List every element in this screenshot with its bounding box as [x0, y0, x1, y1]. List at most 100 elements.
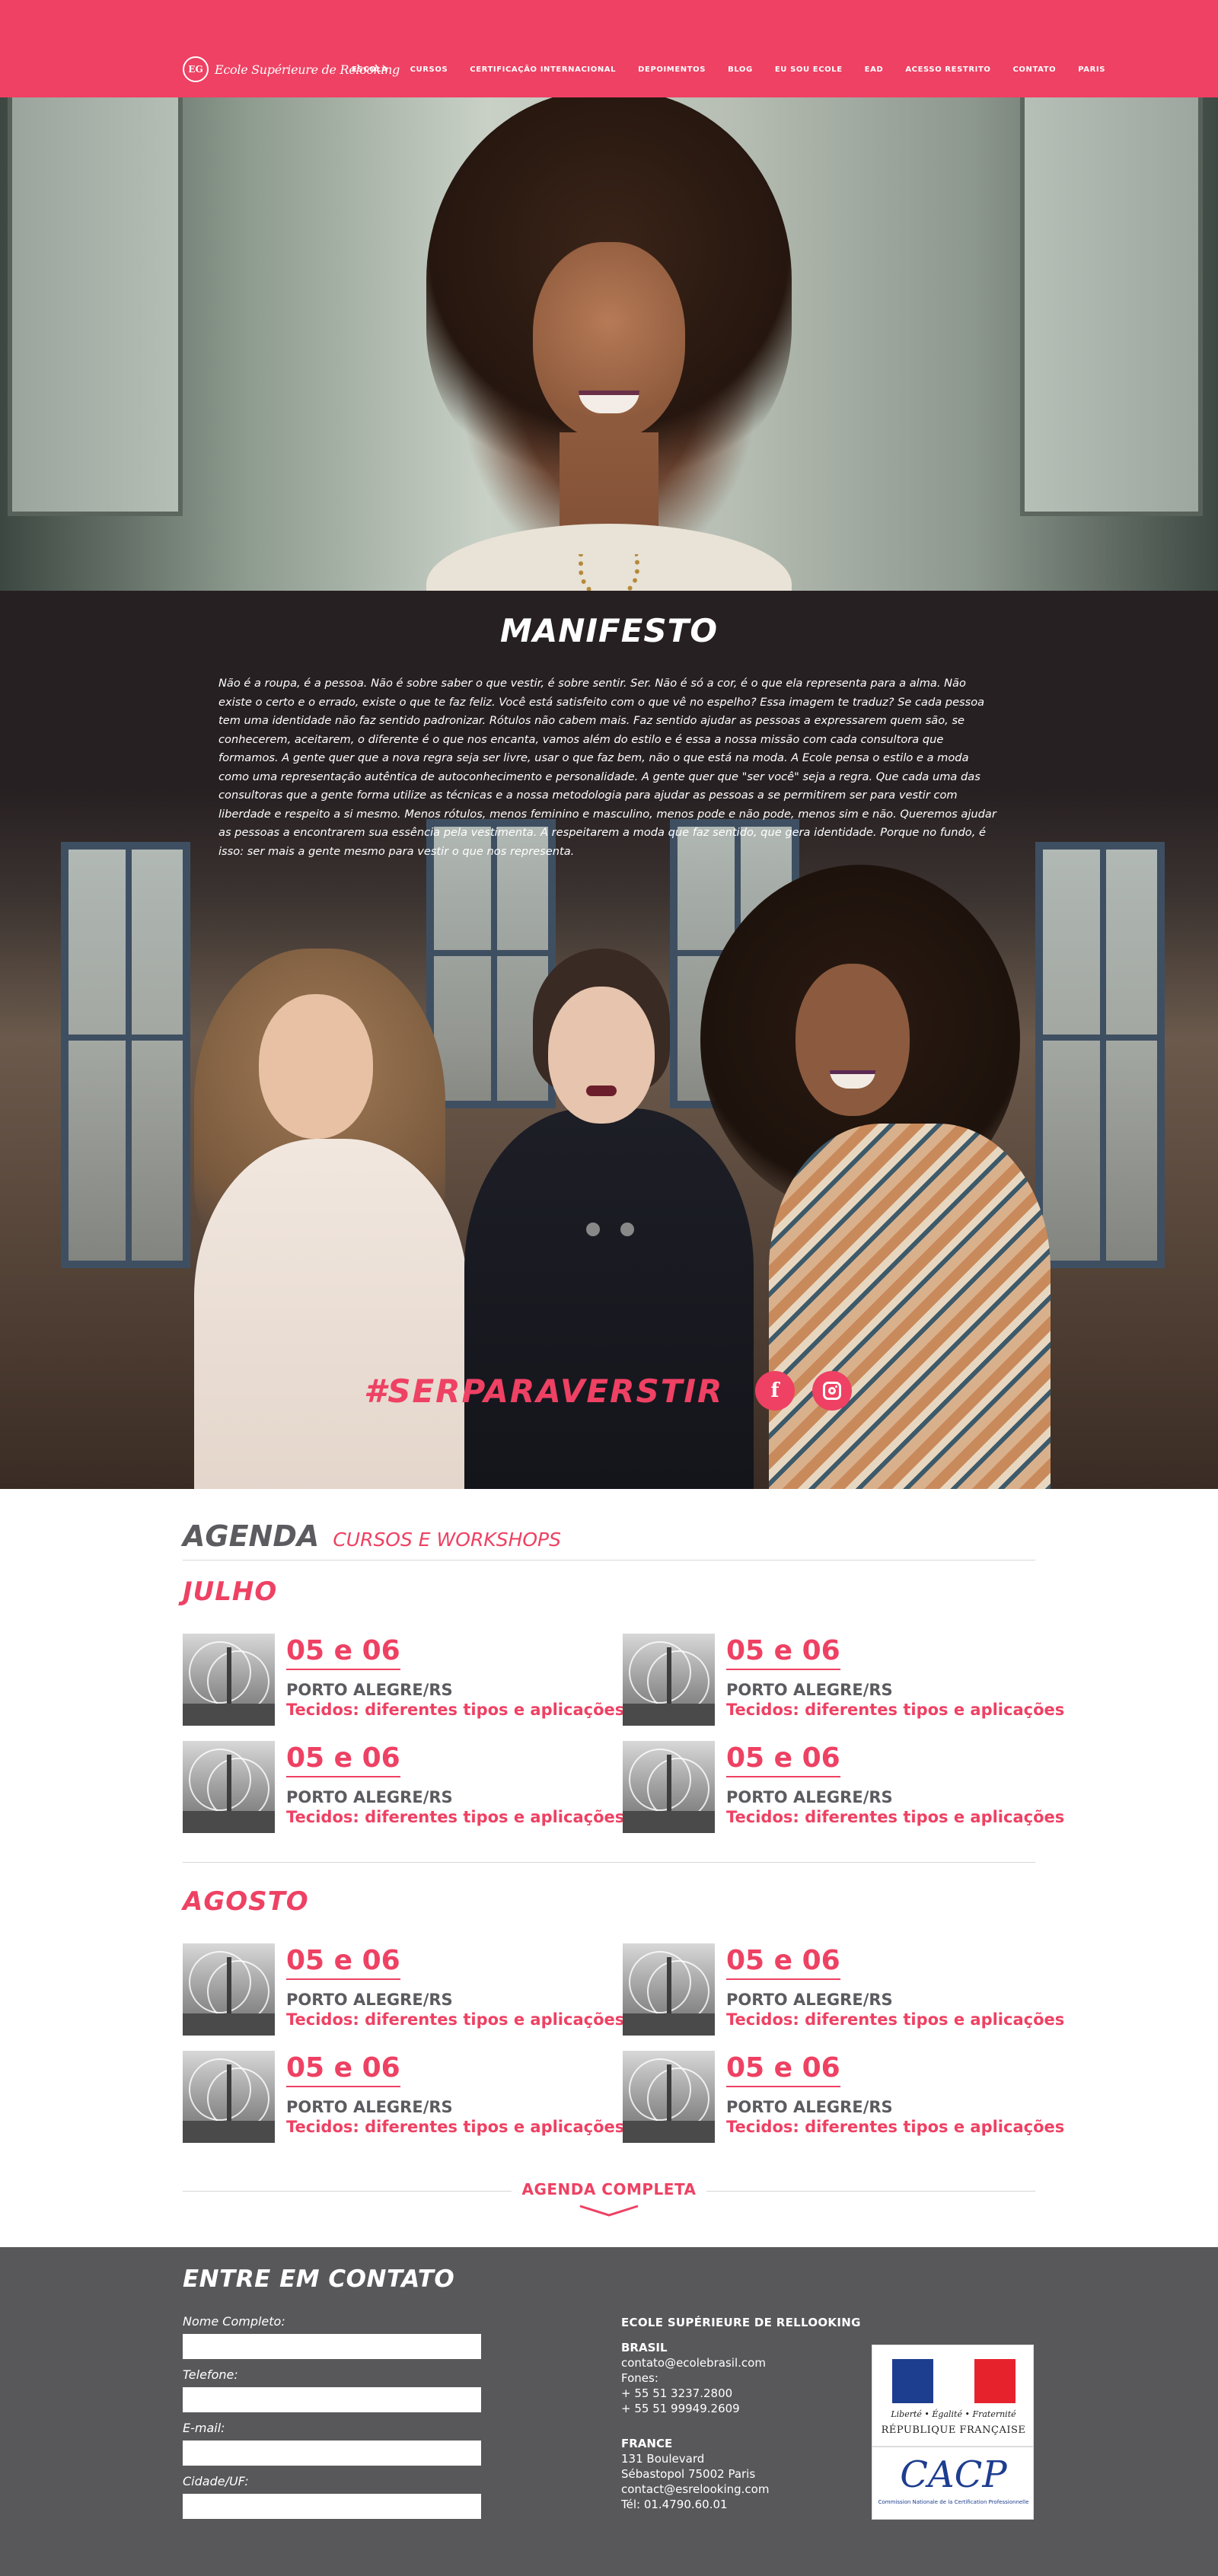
event-topic: Tecidos: diferentes tipos e aplicações	[726, 2010, 1065, 2029]
school-name: ECOLE SUPÉRIEURE DE RELLOOKING	[621, 2316, 861, 2329]
manifesto-section: MANIFESTO Não é a roupa, é a pessoa. Não…	[0, 591, 1218, 1489]
event-card[interactable]: 05 e 06 PORTO ALEGRE/RS Tecidos: diferen…	[183, 1943, 624, 2038]
nav-item-cursos[interactable]: CURSOS	[410, 65, 448, 74]
france-email[interactable]: contact@esrelooking.com	[621, 2482, 769, 2497]
model-left-body	[194, 1139, 468, 1489]
coat-button	[586, 1223, 600, 1236]
model-right-body	[769, 1124, 1051, 1489]
nav-item-paris[interactable]: PARIS	[1078, 65, 1105, 74]
nav-item-escola[interactable]: ESCOLA	[352, 65, 388, 74]
background-window	[1035, 842, 1165, 1268]
nav-item-certificacao[interactable]: CERTIFICAÇÃO INTERNACIONAL	[470, 65, 616, 74]
contact-brasil: BRASIL contato@ecolebrasil.com Fones: + …	[621, 2340, 766, 2416]
hero-photo	[0, 97, 1218, 591]
facebook-icon[interactable]: f	[755, 1371, 795, 1411]
instagram-icon[interactable]	[812, 1371, 852, 1411]
event-city: PORTO ALEGRE/RS	[726, 1681, 893, 1699]
telefone-field[interactable]	[183, 2387, 481, 2412]
hero-window	[1020, 97, 1203, 516]
nav-item-acesso-restrito[interactable]: ACESSO RESTRITO	[905, 65, 990, 74]
event-date: 05 e 06	[286, 1945, 400, 1980]
event-topic: Tecidos: diferentes tipos e aplicações	[286, 2010, 625, 2029]
event-city: PORTO ALEGRE/RS	[726, 1788, 893, 1806]
cacp-logo: CACP	[900, 2453, 1007, 2496]
france-address-1: 131 Boulevard	[621, 2452, 705, 2466]
event-topic: Tecidos: diferentes tipos e aplicações	[726, 1808, 1065, 1826]
brasil-email[interactable]: contato@ecolebrasil.com	[621, 2355, 766, 2370]
nav-item-ead[interactable]: EAD	[865, 65, 884, 74]
cidade-field[interactable]	[183, 2494, 481, 2519]
brasil-heading: BRASIL	[621, 2341, 668, 2354]
nav-item-depoimentos[interactable]: DEPOIMENTOS	[638, 65, 706, 74]
event-topic: Tecidos: diferentes tipos e aplicações	[286, 1808, 625, 1826]
nome-field[interactable]	[183, 2334, 481, 2359]
brasil-phones-label: Fones:	[621, 2371, 658, 2385]
republique-francaise-badge: Liberté • Égalité • Fraternité RÉPUBLIQU…	[872, 2345, 1034, 2447]
event-date: 05 e 06	[286, 1742, 400, 1777]
agenda-completa-link[interactable]: AGENDA COMPLETA	[0, 2180, 1218, 2198]
nav-item-contato[interactable]: CONTATO	[1012, 65, 1056, 74]
contact-france: FRANCE 131 Boulevard Sébastopol 75002 Pa…	[621, 2436, 769, 2512]
field-label-telefone: Telefone:	[183, 2367, 238, 2382]
model-left-face	[259, 994, 373, 1139]
rf-name: RÉPUBLIQUE FRANÇAISE	[881, 2425, 1026, 2436]
hero-model-necklace	[579, 554, 639, 591]
main-nav: ESCOLA CURSOS CERTIFICAÇÃO INTERNACIONAL…	[352, 65, 1127, 74]
event-card[interactable]: 05 e 06 PORTO ALEGRE/RS Tecidos: diferen…	[623, 1741, 1064, 1835]
event-thumbnail	[623, 2051, 715, 2143]
manifesto-text: Não é a roupa, é a pessoa. Não é sobre s…	[218, 677, 996, 858]
event-card[interactable]: 05 e 06 PORTO ALEGRE/RS Tecidos: diferen…	[623, 1634, 1064, 1728]
event-card[interactable]: 05 e 06 PORTO ALEGRE/RS Tecidos: diferen…	[623, 1943, 1064, 2038]
coat-button	[620, 1223, 634, 1236]
background-window	[61, 842, 190, 1268]
agenda-subtitle: CURSOS E WORKSHOPS	[333, 1529, 561, 1551]
event-topic: Tecidos: diferentes tipos e aplicações	[286, 2118, 625, 2136]
event-city: PORTO ALEGRE/RS	[286, 1681, 453, 1699]
french-flag-icon	[892, 2359, 1016, 2403]
event-date: 05 e 06	[286, 2052, 400, 2087]
event-thumbnail	[183, 1943, 275, 2036]
brasil-phone-1: + 55 51 3237.2800	[621, 2386, 733, 2400]
logo-mark: EG	[183, 56, 209, 82]
facebook-glyph: f	[770, 1379, 780, 1402]
event-card[interactable]: 05 e 06 PORTO ALEGRE/RS Tecidos: diferen…	[183, 2051, 624, 2145]
cacp-badge: CACP Commission Nationale de la Certific…	[872, 2447, 1034, 2520]
divider	[183, 1862, 1035, 1863]
event-topic: Tecidos: diferentes tipos e aplicações	[726, 1701, 1065, 1719]
event-topic: Tecidos: diferentes tipos e aplicações	[286, 1701, 625, 1719]
rf-motto: Liberté • Égalité • Fraternité	[891, 2409, 1016, 2419]
event-card[interactable]: 05 e 06 PORTO ALEGRE/RS Tecidos: diferen…	[183, 1741, 624, 1835]
event-city: PORTO ALEGRE/RS	[286, 2098, 453, 2116]
chevron-down-icon[interactable]	[579, 2203, 639, 2218]
brasil-phone-2: + 55 51 99949.2609	[621, 2402, 740, 2415]
cacp-subtitle: Commission Nationale de la Certification…	[878, 2499, 1029, 2505]
field-label-email: E-mail:	[183, 2421, 225, 2435]
nav-item-eu-sou-ecole[interactable]: EU SOU ECOLE	[775, 65, 843, 74]
event-thumbnail	[623, 1943, 715, 2036]
model-center-coat	[464, 1108, 754, 1489]
event-card[interactable]: 05 e 06 PORTO ALEGRE/RS Tecidos: diferen…	[183, 1634, 624, 1728]
instagram-glyph	[823, 1382, 841, 1400]
agenda-heading: AGENDA CURSOS E WORKSHOPS	[183, 1519, 561, 1553]
manifesto-title: MANIFESTO	[499, 612, 719, 649]
event-thumbnail	[623, 1634, 715, 1726]
month-agosto: AGOSTO	[183, 1886, 309, 1917]
email-field[interactable]	[183, 2441, 481, 2466]
event-city: PORTO ALEGRE/RS	[286, 1788, 453, 1806]
france-address-2: Sébastopol 75002 Paris	[621, 2467, 756, 2481]
month-julho: JULHO	[183, 1577, 278, 1607]
france-heading: FRANCE	[621, 2437, 673, 2450]
event-thumbnail	[183, 1741, 275, 1833]
field-label-cidade: Cidade/UF:	[183, 2474, 249, 2488]
model-center-face	[548, 987, 655, 1124]
site-header: EG Ecole Supérieure de Relooking ESCOLA …	[0, 0, 1218, 97]
event-topic: Tecidos: diferentes tipos e aplicações	[726, 2118, 1065, 2136]
event-date: 05 e 06	[286, 1635, 400, 1670]
hero-window	[8, 97, 183, 516]
event-card[interactable]: 05 e 06 PORTO ALEGRE/RS Tecidos: diferen…	[623, 2051, 1064, 2145]
contact-title: ENTRE EM CONTATO	[183, 2265, 455, 2293]
agenda-title: AGENDA	[183, 1519, 320, 1553]
hashtag: #SERPARAVERSTIR	[364, 1372, 724, 1410]
nav-item-blog[interactable]: BLOG	[728, 65, 753, 74]
event-city: PORTO ALEGRE/RS	[726, 2098, 893, 2116]
